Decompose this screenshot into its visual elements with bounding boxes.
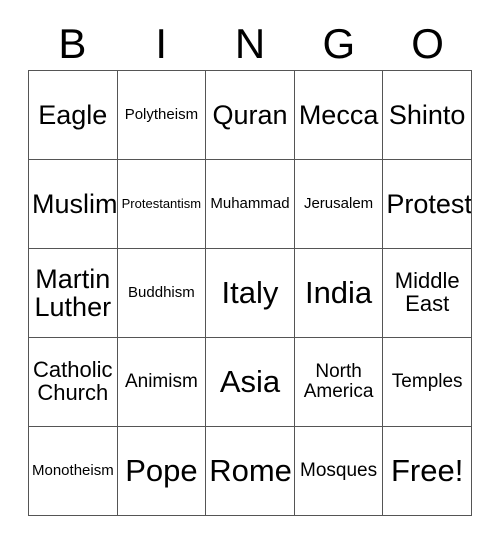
bingo-cell[interactable]: Quran (206, 71, 295, 160)
bingo-cell-label: Rome (209, 452, 292, 488)
bingo-cell-label: Quran (212, 99, 288, 130)
bingo-cell[interactable]: Muslim (29, 160, 118, 249)
bingo-cell[interactable]: Muhammad (206, 160, 295, 249)
bingo-cell-free[interactable]: Free! (383, 427, 472, 516)
bingo-cell[interactable]: Pope (117, 427, 207, 516)
bingo-cell[interactable]: Italy (206, 249, 295, 338)
bingo-cell[interactable]: Jerusalem (294, 160, 384, 249)
bingo-cell-label: Protest (386, 188, 472, 219)
bingo-header-letter-i: I (155, 20, 168, 67)
bingo-cell[interactable]: Mosques (294, 427, 384, 516)
bingo-header-row: B I N G O (28, 18, 472, 70)
bingo-cell-label: Muslim (32, 188, 118, 219)
bingo-cell[interactable]: Protest (383, 160, 472, 249)
bingo-cell[interactable]: Mecca (294, 71, 384, 160)
bingo-cell[interactable]: Catholic Church (29, 338, 118, 427)
bingo-cell[interactable]: India (294, 249, 384, 338)
bingo-cell-label: Buddhism (128, 284, 195, 302)
bingo-cell-label: Animism (124, 371, 198, 393)
bingo-cell-label: Eagle (38, 99, 108, 130)
bingo-grid: Eagle Polytheism Quran Mecca Shinto Musl… (28, 70, 472, 516)
bingo-cell-label: Temples (391, 371, 463, 393)
bingo-cell-label: Free! (390, 452, 464, 488)
bingo-cell[interactable]: Martin Luther (29, 249, 118, 338)
bingo-cell[interactable]: Temples (383, 338, 472, 427)
bingo-cell-label: Middle East (394, 268, 460, 316)
bingo-cell-label: Mosques (300, 460, 378, 482)
bingo-cell[interactable]: Asia (206, 338, 295, 427)
bingo-header-letter-g: G (322, 20, 356, 67)
bingo-cell[interactable]: Protestantism (117, 160, 207, 249)
bingo-cell[interactable]: Buddhism (117, 249, 207, 338)
bingo-header-letter-o: O (411, 20, 444, 67)
bingo-cell[interactable]: Eagle (29, 71, 118, 160)
bingo-cell-label: Mecca (298, 99, 379, 130)
bingo-cell-label: Asia (219, 363, 281, 399)
bingo-cell-label: Pope (125, 452, 198, 488)
bingo-row: Monotheism Pope Rome Mosques Free! (29, 427, 472, 516)
bingo-row: Catholic Church Animism Asia North Ameri… (29, 338, 472, 427)
bingo-row: Eagle Polytheism Quran Mecca Shinto (29, 71, 472, 160)
bingo-cell-label: Martin Luther (34, 263, 112, 322)
bingo-cell-label: Protestantism (121, 196, 202, 212)
bingo-cell-label: Muhammad (210, 195, 290, 213)
bingo-cell[interactable]: Polytheism (117, 71, 207, 160)
bingo-cell[interactable]: Monotheism (29, 427, 118, 516)
bingo-cell-label: Italy (221, 274, 279, 310)
bingo-cell[interactable]: North America (294, 338, 384, 427)
bingo-cell-label: North America (303, 361, 374, 402)
bingo-row: Martin Luther Buddhism Italy India Middl… (29, 249, 472, 338)
bingo-cell-label: Jerusalem (303, 195, 374, 213)
bingo-card: B I N G O Eagle Polytheism Quran Mecca S… (0, 0, 500, 544)
bingo-cell-label: Shinto (388, 99, 466, 130)
bingo-cell-label: Monotheism (32, 462, 114, 480)
bingo-cell[interactable]: Rome (206, 427, 295, 516)
bingo-cell-label: India (304, 274, 373, 310)
bingo-row: Muslim Protestantism Muhammad Jerusalem … (29, 160, 472, 249)
bingo-cell[interactable]: Middle East (383, 249, 472, 338)
bingo-header-letter-n: N (234, 20, 266, 67)
bingo-cell-label: Polytheism (124, 106, 199, 124)
bingo-cell[interactable]: Shinto (383, 71, 472, 160)
bingo-cell[interactable]: Animism (117, 338, 207, 427)
bingo-cell-label: Catholic Church (33, 357, 113, 405)
bingo-header-letter-b: B (58, 20, 87, 67)
